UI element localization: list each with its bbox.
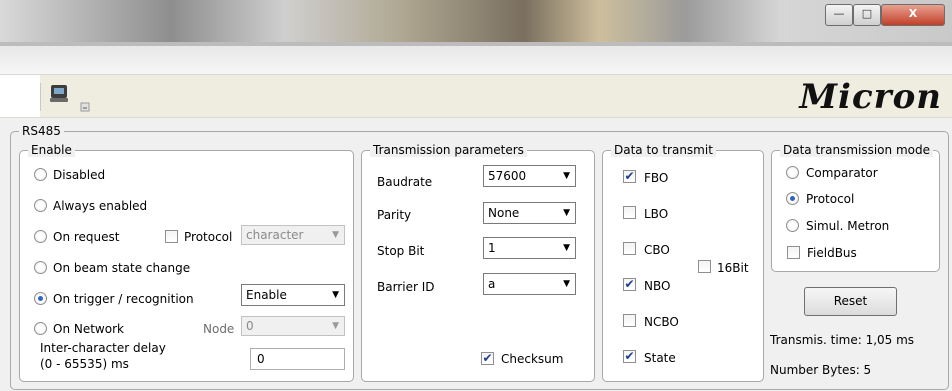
label-always-enabled: Always enabled	[53, 199, 148, 213]
barrier-id-select[interactable]: a ▼	[483, 273, 576, 295]
protocol-label: Protocol	[184, 230, 233, 244]
toolbar-separator	[40, 83, 41, 111]
label-disabled: Disabled	[53, 168, 106, 182]
radio-always-enabled[interactable]	[34, 199, 47, 212]
micron-logo: Micron	[799, 77, 942, 117]
ncbo-checkbox[interactable]	[623, 314, 636, 327]
cbo-label: CBO	[644, 243, 670, 257]
chevron-down-icon: ▼	[563, 208, 570, 218]
label-on-trigger-recognition: On trigger / recognition	[53, 292, 194, 306]
device-icon[interactable]	[48, 83, 72, 105]
delay-input[interactable]: 0	[250, 348, 345, 370]
radio-on-trigger-recognition[interactable]	[34, 292, 47, 305]
number-bytes-text: Number Bytes: 5	[770, 363, 872, 377]
node-select-value: 0	[246, 319, 254, 333]
baudrate-value: 57600	[488, 169, 527, 183]
state-checkbox[interactable]: ✔	[623, 350, 636, 363]
chevron-down-icon: ▼	[563, 171, 570, 181]
protocol-select[interactable]: character ▼	[241, 225, 345, 245]
protocol-select-value: character	[246, 228, 304, 242]
delay-label-line1: Inter-character delay	[40, 341, 166, 355]
label-simul-metron: Simul. Metron	[806, 219, 890, 233]
menu-strip	[0, 46, 952, 75]
chevron-down-icon: ▼	[332, 290, 339, 300]
node-select[interactable]: 0 ▼	[241, 316, 345, 336]
label-on-beam-state-change: On beam state change	[53, 261, 191, 275]
radio-on-network[interactable]	[34, 322, 47, 335]
baudrate-select[interactable]: 57600 ▼	[483, 165, 576, 187]
16bit-checkbox[interactable]	[698, 260, 711, 273]
radio-on-beam-state-change[interactable]	[34, 261, 47, 274]
checksum-checkbox[interactable]: ✔	[481, 352, 494, 365]
radio-protocol[interactable]	[786, 192, 799, 205]
enable-legend: Enable	[28, 143, 75, 157]
chevron-down-icon: ▼	[563, 243, 570, 253]
nbo-checkbox[interactable]: ✔	[623, 278, 636, 291]
cbo-checkbox[interactable]	[623, 242, 636, 255]
chevron-down-icon: ▼	[332, 230, 339, 240]
rs485-legend: RS485	[19, 124, 64, 138]
ncbo-label: NCBO	[644, 315, 679, 329]
label-on-request: On request	[53, 230, 120, 244]
nbo-label: NBO	[644, 279, 671, 293]
trigger-select-value: Enable	[246, 288, 287, 302]
label-protocol: Protocol	[806, 192, 855, 206]
fieldbus-checkbox[interactable]	[787, 246, 800, 259]
radio-on-request[interactable]	[34, 230, 47, 243]
toolbar-dropdown-icon[interactable]	[80, 101, 90, 112]
reset-button[interactable]: Reset	[804, 287, 897, 316]
label-on-network: On Network	[53, 322, 124, 336]
16bit-label: 16Bit	[717, 261, 749, 275]
lbo-checkbox[interactable]	[623, 206, 636, 219]
parity-select[interactable]: None ▼	[483, 202, 576, 224]
radio-comparator[interactable]	[786, 166, 799, 179]
label-comparator: Comparator	[806, 166, 878, 180]
stopbit-label: Stop Bit	[377, 244, 425, 258]
stopbit-select[interactable]: 1 ▼	[483, 237, 576, 259]
transmission-mode-legend: Data transmission mode	[780, 143, 933, 157]
parity-label: Parity	[377, 208, 412, 222]
minimize-button[interactable]: —	[825, 4, 853, 26]
checksum-label: Checksum	[501, 352, 564, 366]
maximize-button[interactable]: □	[853, 4, 881, 26]
radio-simul-metron[interactable]	[786, 219, 799, 232]
protocol-checkbox[interactable]	[165, 230, 178, 243]
barrier-id-value: a	[488, 277, 496, 291]
state-label: State	[644, 351, 676, 365]
toolbar: Micron	[0, 75, 952, 118]
fbo-label: FBO	[644, 171, 669, 185]
data-to-transmit-legend: Data to transmit	[611, 143, 716, 157]
fieldbus-label: FieldBus	[807, 246, 857, 260]
close-button[interactable]: X	[881, 4, 945, 26]
chevron-down-icon: ▼	[332, 321, 339, 331]
delay-label-line2: (0 - 65535) ms	[40, 357, 129, 371]
node-label: Node	[203, 322, 235, 336]
transmis-time-text: Transmis. time: 1,05 ms	[770, 333, 915, 347]
stopbit-value: 1	[488, 241, 496, 255]
chevron-down-icon: ▼	[563, 279, 570, 289]
transmission-legend: Transmission parameters	[370, 143, 527, 157]
fbo-checkbox[interactable]: ✔	[623, 170, 636, 183]
parity-value: None	[488, 206, 520, 220]
radio-disabled[interactable]	[34, 168, 47, 181]
baudrate-label: Baudrate	[377, 175, 433, 189]
trigger-select[interactable]: Enable ▼	[241, 284, 345, 306]
window-title-bar: — □ X	[0, 0, 952, 46]
lbo-label: LBO	[644, 207, 669, 221]
barrier-id-label: Barrier ID	[377, 280, 435, 294]
toolbar-left-area	[0, 75, 40, 117]
